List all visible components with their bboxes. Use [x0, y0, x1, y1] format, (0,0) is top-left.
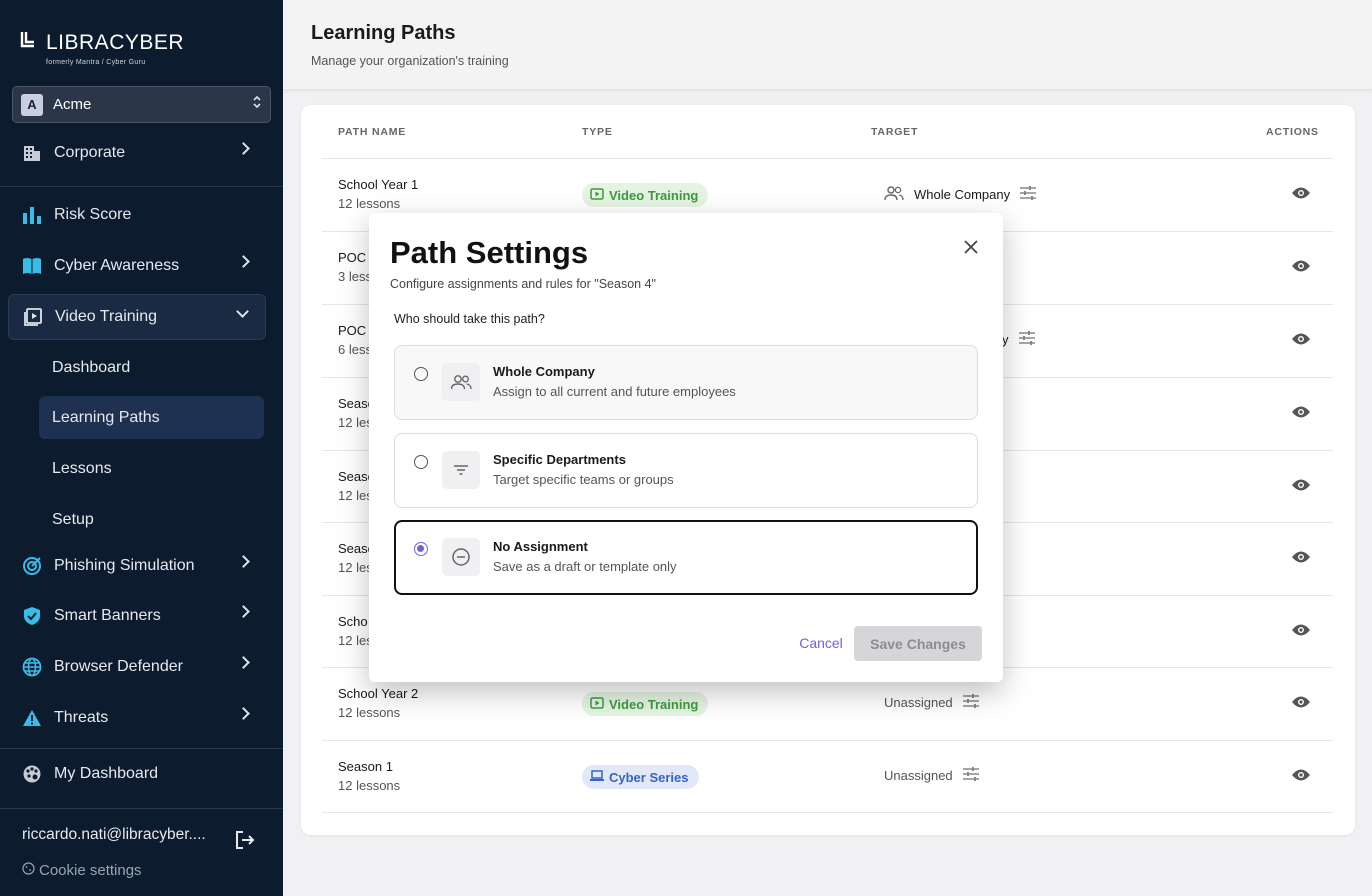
option-title: No Assignment — [493, 539, 588, 554]
close-icon[interactable] — [961, 237, 981, 257]
path-settings-modal: Path Settings Configure assignments and … — [369, 213, 1003, 682]
modal-title: Path Settings — [390, 235, 589, 270]
cancel-button[interactable]: Cancel — [789, 626, 853, 660]
radio-button[interactable] — [414, 367, 428, 381]
assignment-question: Who should take this path? — [394, 312, 545, 326]
radio-button[interactable] — [414, 542, 428, 556]
users-icon — [442, 363, 480, 401]
option-title: Specific Departments — [493, 452, 626, 467]
minus-circle-icon — [442, 538, 480, 576]
option-no-assignment[interactable]: No Assignment Save as a draft or templat… — [394, 520, 978, 595]
save-changes-button[interactable]: Save Changes — [854, 626, 982, 661]
modal-subtitle: Configure assignments and rules for "Sea… — [390, 277, 656, 291]
filter-icon — [442, 451, 480, 489]
option-description: Save as a draft or template only — [493, 559, 677, 574]
option-description: Assign to all current and future employe… — [493, 384, 736, 399]
option-title: Whole Company — [493, 364, 595, 379]
option-description: Target specific teams or groups — [493, 472, 674, 487]
option-whole-company[interactable]: Whole Company Assign to all current and … — [394, 345, 978, 420]
option-specific-departments[interactable]: Specific Departments Target specific tea… — [394, 433, 978, 508]
radio-button[interactable] — [414, 455, 428, 469]
